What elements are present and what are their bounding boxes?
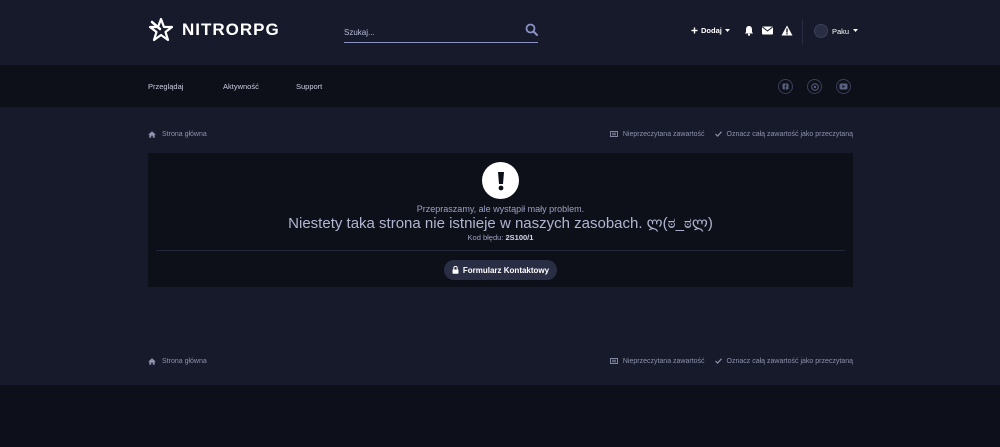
nav-item-support[interactable]: Support: [296, 82, 322, 91]
discord-button[interactable]: [807, 79, 822, 94]
newspaper-icon: [609, 358, 618, 364]
breadcrumb-home[interactable]: Strona główna: [148, 131, 207, 138]
header-divider: [802, 20, 803, 44]
youtube-icon: [839, 83, 848, 90]
newspaper-icon: [609, 131, 618, 137]
home-icon: [148, 357, 156, 365]
mark-all-read-link[interactable]: Oznacz całą zawartość jako przeczytaną: [714, 130, 853, 138]
user-menu[interactable]: Paku: [814, 24, 859, 38]
error-code: Kod błędu: 2S100/1: [148, 233, 853, 242]
breadcrumb-bottom: Strona główna Nieprzeczytana zawartość O…: [148, 355, 853, 367]
contact-form-button[interactable]: Formularz Kontaktowy: [444, 260, 557, 280]
youtube-button[interactable]: [836, 79, 851, 94]
discord-icon: [810, 82, 819, 91]
star-logo-icon: [148, 17, 174, 42]
breadcrumb: Strona główna Nieprzeczytana zawartość O…: [148, 128, 853, 140]
nav-item-activity[interactable]: Aktywność: [223, 82, 259, 91]
unread-content-label: Nieprzeczytana zawartość: [622, 130, 705, 138]
username: Paku: [832, 26, 850, 36]
search-input[interactable]: [344, 23, 514, 41]
envelope-icon[interactable]: [762, 26, 773, 35]
plus-icon: [691, 27, 698, 34]
check-icon: [714, 358, 722, 364]
add-button-label: Dodaj: [701, 26, 722, 35]
logo-text: NITRORPG: [182, 20, 280, 39]
breadcrumb-home-label: Strona główna: [162, 130, 207, 138]
bell-icon[interactable]: [744, 25, 754, 36]
home-icon: [148, 130, 156, 138]
nav-item-browse[interactable]: Przeglądaj: [148, 82, 183, 91]
facebook-icon: [782, 83, 789, 90]
breadcrumb-home-label: Strona główna: [162, 357, 207, 365]
error-message: Niestety taka strona nie istnieje w nasz…: [288, 215, 713, 232]
check-icon: [714, 131, 722, 137]
chevron-down-icon: [853, 29, 859, 32]
mark-all-read-link[interactable]: Oznacz całą zawartość jako przeczytaną: [714, 357, 853, 365]
breadcrumb-home[interactable]: Strona główna: [148, 358, 207, 365]
site-logo[interactable]: NITRORPG: [148, 17, 280, 43]
facebook-button[interactable]: [778, 79, 793, 94]
search-icon[interactable]: [525, 23, 538, 36]
panel-divider: [156, 250, 845, 251]
warning-icon[interactable]: [781, 25, 793, 36]
error-panel: Przepraszamy, ale wystąpił mały problem.…: [148, 153, 853, 287]
error-code-label: Kod błędu:: [467, 233, 504, 242]
unread-content-label: Nieprzeczytana zawartość: [622, 357, 705, 365]
avatar: [814, 24, 828, 38]
mark-all-read-label: Oznacz całą zawartość jako przeczytaną: [726, 130, 853, 138]
chevron-down-icon: [724, 28, 730, 32]
search-bar: [344, 21, 538, 43]
footer: [0, 385, 1000, 447]
error-subtitle: Przepraszamy, ale wystąpił mały problem.: [416, 204, 585, 214]
mark-all-read-label: Oznacz całą zawartość jako przeczytaną: [726, 357, 853, 365]
error-code-value: 2S100/1: [505, 233, 534, 242]
contact-form-label: Formularz Kontaktowy: [462, 265, 550, 275]
lock-icon: [452, 266, 459, 274]
unread-content-link[interactable]: Nieprzeczytana zawartość: [609, 130, 705, 138]
unread-content-link[interactable]: Nieprzeczytana zawartość: [609, 357, 705, 365]
exclamation-icon: [482, 162, 519, 199]
top-bar: NITRORPG Dodaj Paku: [0, 0, 1000, 65]
add-button[interactable]: Dodaj: [691, 26, 730, 35]
